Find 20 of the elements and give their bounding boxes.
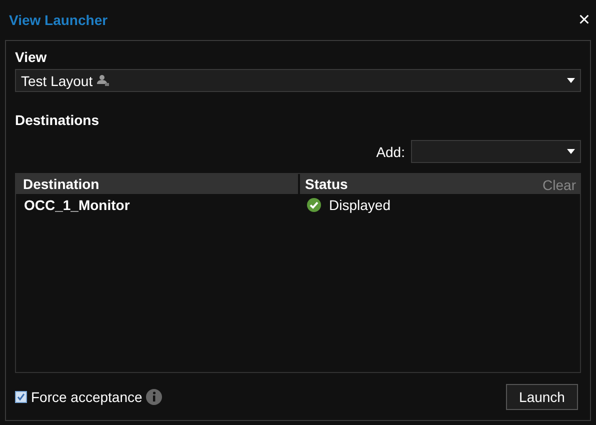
info-icon[interactable] [146, 389, 162, 405]
destinations-label: Destinations [15, 112, 100, 128]
column-header: Destination [22, 175, 100, 194]
close-button[interactable]: × [578, 10, 590, 30]
view-dropdown[interactable]: Test Layout [15, 69, 581, 92]
clear-button[interactable]: Clear [542, 176, 576, 194]
launch-button[interactable]: Launch [506, 384, 578, 410]
window-title: View Launcher [9, 12, 108, 28]
user-layout-icon [96, 75, 109, 86]
caret-icon [567, 149, 575, 154]
caret-icon [567, 78, 575, 83]
check-circle-icon [307, 198, 321, 212]
checkbox[interactable] [15, 391, 27, 403]
checkbox-label: Force acceptance [31, 389, 142, 405]
table-cell-text: OCC_1_Monitor [23, 197, 131, 213]
view-label: View [15, 49, 47, 65]
column-header: Status [305, 176, 348, 194]
status-text: Displayed [329, 197, 390, 213]
add-label: Add: [376, 144, 405, 160]
view-value: Test Layout [21, 72, 93, 88]
